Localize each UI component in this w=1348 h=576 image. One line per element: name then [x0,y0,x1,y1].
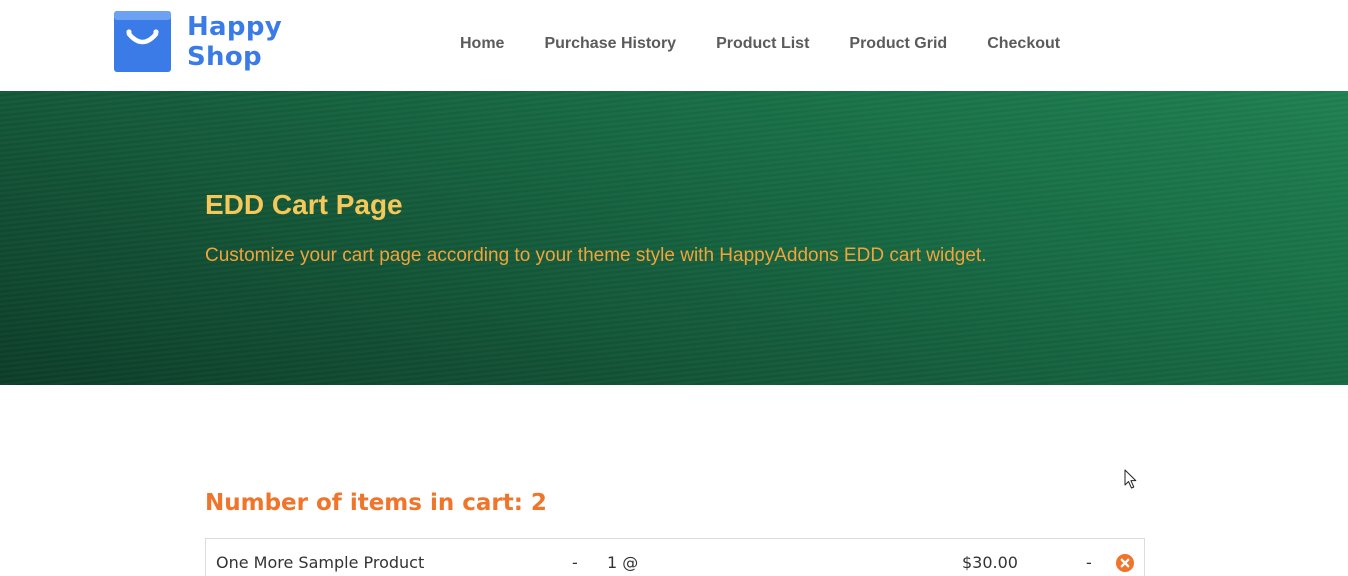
page-subtitle: Customize your cart page according to yo… [205,245,987,266]
nav-product-list[interactable]: Product List [716,35,809,53]
page-title: EDD Cart Page [205,189,403,220]
shopping-bag-logo-icon [113,10,172,73]
cart-item-quantity: 1 @ [607,553,639,572]
remove-item-icon[interactable] [1116,554,1134,572]
logo-wordmark: Happy Shop [187,12,282,72]
mouse-cursor-icon [1124,469,1138,494]
hero-banner: EDD Cart Page Customize your cart page a… [0,91,1348,385]
cart-item-price: $30.00 [962,553,1018,572]
cart-item-separator: - [572,553,578,572]
site-header: Happy Shop Home Purchase History Product… [0,0,1348,91]
nav-home[interactable]: Home [460,35,504,53]
cart-items-table: One More Sample Product - 1 @ $30.00 - [205,538,1145,576]
cart-count-heading: Number of items in cart: 2 [205,490,547,516]
logo-line-1: Happy [187,11,282,42]
nav-product-grid[interactable]: Product Grid [849,35,947,53]
nav-purchase-history[interactable]: Purchase History [544,35,676,53]
site-logo[interactable]: Happy Shop [113,10,282,73]
cart-item-name[interactable]: One More Sample Product [216,553,424,572]
logo-line-2: Shop [187,41,262,72]
cart-item-separator-2: - [1086,553,1092,572]
main-nav: Home Purchase History Product List Produ… [440,0,1080,88]
nav-checkout[interactable]: Checkout [987,35,1060,53]
cart-item-row: One More Sample Product - 1 @ $30.00 - [206,539,1144,576]
